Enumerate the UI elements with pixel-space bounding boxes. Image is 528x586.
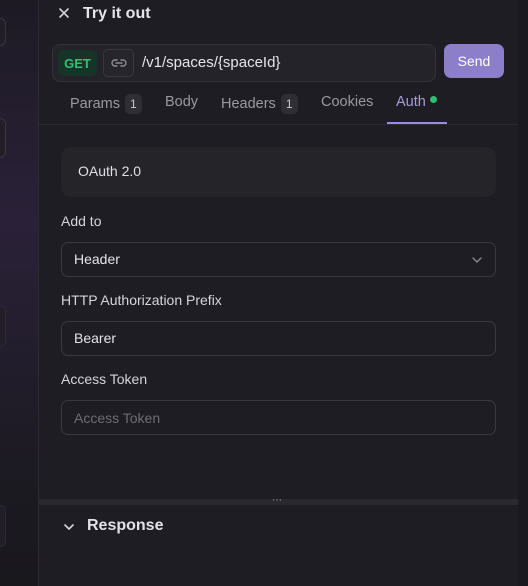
tab-params[interactable]: Params 1 bbox=[70, 94, 142, 114]
add-to-select[interactable]: Header bbox=[61, 242, 496, 277]
tab-auth[interactable]: Auth bbox=[396, 94, 437, 110]
tab-cookies[interactable]: Cookies bbox=[321, 94, 373, 110]
access-token-label: Access Token bbox=[61, 371, 148, 387]
request-url-bar: GET /v1/spaces/{spaceId} bbox=[52, 44, 436, 82]
response-section: Response bbox=[39, 505, 519, 586]
request-tabs: Params 1 Body Headers 1 Cookies Auth bbox=[39, 88, 519, 125]
status-dot bbox=[429, 95, 437, 103]
access-token-field bbox=[61, 400, 496, 435]
panel-title: Try it out bbox=[83, 5, 151, 22]
try-it-out-panel: Try it out GET /v1/spaces/{spaceId} Send… bbox=[38, 0, 519, 586]
send-button[interactable]: Send bbox=[444, 44, 504, 78]
auth-scheme-card[interactable]: OAuth 2.0 bbox=[61, 147, 496, 197]
response-title[interactable]: Response bbox=[87, 517, 163, 535]
prefix-value: Bearer bbox=[74, 330, 117, 346]
chevron-down-icon[interactable] bbox=[63, 521, 75, 533]
close-icon[interactable] bbox=[57, 6, 71, 20]
link-icon bbox=[110, 59, 127, 67]
link-button[interactable] bbox=[103, 49, 134, 77]
add-to-label: Add to bbox=[61, 213, 102, 229]
count-badge: 1 bbox=[280, 94, 298, 114]
background-element bbox=[0, 505, 6, 547]
request-path[interactable]: /v1/spaces/{spaceId} bbox=[142, 54, 280, 71]
tab-body[interactable]: Body bbox=[165, 94, 198, 110]
panel-header: Try it out bbox=[39, 0, 519, 30]
add-to-value: Header bbox=[74, 251, 120, 267]
access-token-input[interactable] bbox=[62, 401, 495, 434]
chevron-down-icon bbox=[472, 257, 482, 263]
active-tab-indicator bbox=[387, 122, 447, 124]
tab-label: Auth bbox=[396, 94, 426, 110]
tab-label: Body bbox=[165, 94, 199, 110]
tab-label: Params bbox=[70, 96, 120, 112]
tab-headers[interactable]: Headers 1 bbox=[221, 94, 298, 114]
background-element bbox=[0, 18, 6, 46]
background-page-edge bbox=[518, 0, 528, 586]
tab-label: Headers bbox=[221, 96, 276, 112]
background-page bbox=[0, 0, 38, 586]
tab-label: Cookies bbox=[321, 94, 374, 110]
background-element bbox=[0, 118, 6, 158]
http-method-badge[interactable]: GET bbox=[58, 50, 97, 76]
count-badge: 1 bbox=[124, 94, 142, 114]
prefix-label: HTTP Authorization Prefix bbox=[61, 292, 222, 308]
background-element bbox=[0, 305, 6, 347]
prefix-field[interactable]: Bearer bbox=[61, 321, 496, 356]
auth-scheme: OAuth 2.0 bbox=[78, 163, 142, 179]
